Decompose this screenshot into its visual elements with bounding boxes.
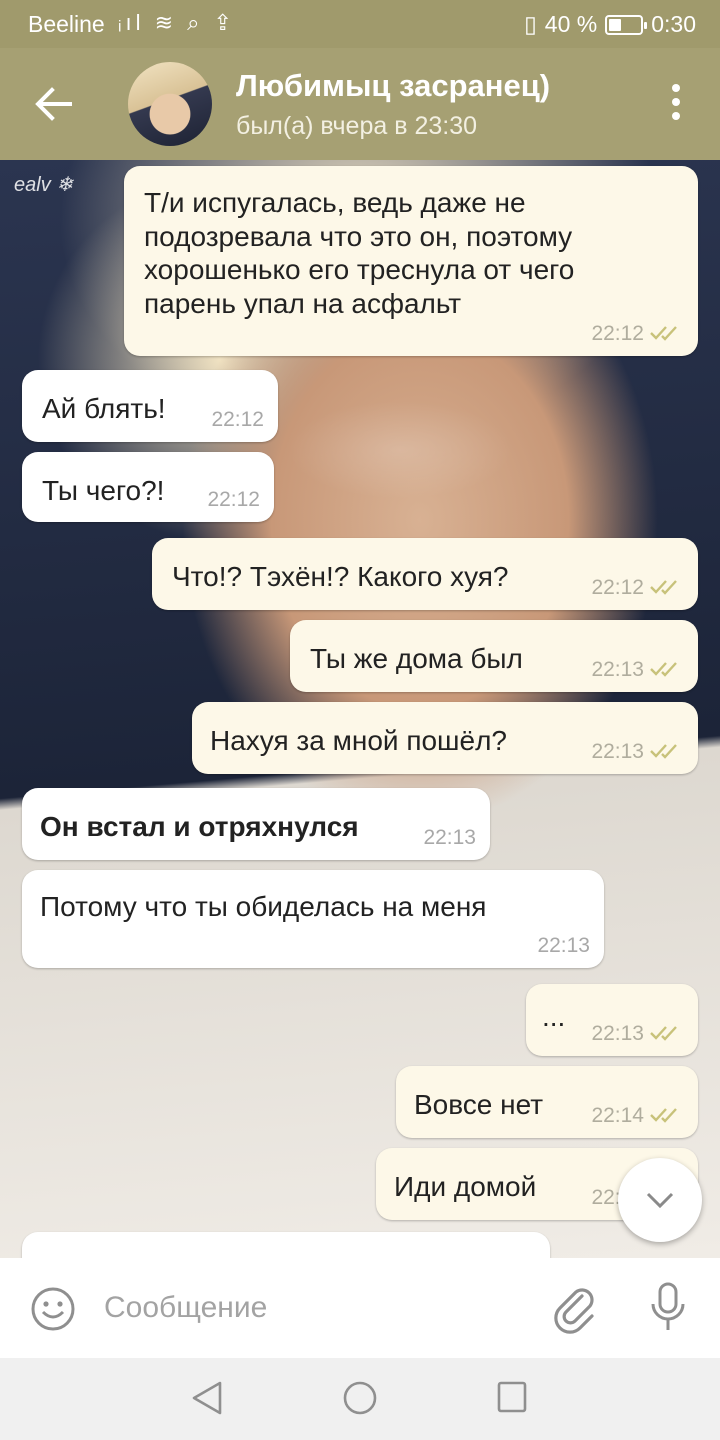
clock: 0:30 (651, 11, 696, 37)
battery-level (609, 18, 622, 31)
message-bubble-outgoing[interactable]: ... 22:13 (526, 984, 698, 1056)
arrow-left-icon (35, 87, 72, 121)
message-bubble-outgoing[interactable]: Ты же дома был 22:13 (290, 620, 698, 692)
double-check-icon (650, 1026, 677, 1042)
dot (672, 112, 680, 120)
chat-header: Любимыц засранец) был(а) вчера в 23:30 (0, 48, 720, 160)
message-bubble-incoming[interactable]: Ты чего?! 22:12 (22, 452, 274, 522)
chat-title[interactable]: Любимыц засранец) (236, 68, 550, 104)
message-time: 22:12 (591, 321, 644, 345)
double-check-icon (650, 580, 677, 596)
message-text: Т/и испугалась, ведь даже не подозревала… (144, 187, 575, 319)
battery-percent: 40 % (544, 11, 598, 37)
last-seen-status: был(а) вчера в 23:30 (236, 112, 478, 140)
nav-home-icon[interactable] (342, 1380, 378, 1416)
double-check-icon (650, 1108, 677, 1124)
message-bubble-incoming-partial[interactable] (22, 1232, 550, 1258)
message-meta: 22:13 (591, 657, 684, 682)
message-time: 22:12 (591, 575, 644, 599)
message-time: 22:14 (591, 1103, 644, 1127)
message-meta: 22:13 (423, 825, 476, 850)
message-time: 22:13 (591, 739, 644, 763)
message-meta: 22:14 (591, 1103, 684, 1128)
vibrate-icon: ▯ (524, 11, 537, 37)
system-navigation-bar (0, 1358, 720, 1440)
carrier-name: Beeline (28, 11, 105, 37)
chevron-down-icon (646, 1192, 674, 1209)
scroll-down-button[interactable] (618, 1158, 702, 1242)
battery-icon (605, 14, 648, 35)
message-meta: 22:13 (537, 933, 590, 958)
message-bubble-outgoing[interactable]: Что!? Тэхён!? Какого хуя? 22:12 (152, 538, 698, 610)
message-meta: 22:12 (207, 487, 260, 512)
double-check-icon (650, 744, 677, 760)
composer (0, 1258, 720, 1358)
message-time: 22:12 (211, 407, 264, 431)
message-bubble-outgoing[interactable]: Нахуя за мной пошёл? 22:13 (192, 702, 698, 774)
message-bubble-incoming[interactable]: Он встал и отряхнулся 22:13 (22, 788, 490, 860)
double-check-icon (650, 326, 677, 342)
message-meta: 22:12 (591, 575, 684, 600)
message-meta: 22:13 (591, 1021, 684, 1046)
dot (672, 98, 680, 106)
smile-icon[interactable] (30, 1286, 76, 1332)
double-check-icon (650, 662, 677, 678)
message-text: Потому что ты обиделась на меня (40, 891, 487, 922)
dot (672, 84, 680, 92)
avatar[interactable] (128, 62, 212, 146)
message-list[interactable]: ealv ❄ Т/и испугалась, ведь даже не подо… (0, 160, 720, 1258)
message-meta: 22:13 (591, 739, 684, 764)
signal-wifi-search-icons: ᵢıl ≋ ⌕ ⇪ (118, 10, 236, 35)
back-button[interactable] (28, 78, 80, 130)
message-time: 22:13 (537, 933, 590, 957)
nav-recents-icon[interactable] (496, 1380, 528, 1414)
more-menu-button[interactable] (668, 84, 684, 128)
wallpaper-watermark: ealv ❄ (14, 174, 74, 196)
message-meta: 22:12 (591, 321, 684, 346)
paperclip-icon[interactable] (552, 1284, 598, 1334)
message-time: 22:12 (207, 487, 260, 511)
message-bubble-incoming[interactable]: Потому что ты обиделась на меня 22:13 (22, 870, 604, 968)
message-time: 22:13 (423, 825, 476, 849)
status-bar: Beeline ᵢıl ≋ ⌕ ⇪ ▯ 40 % 0:30 (0, 0, 720, 48)
message-bubble-outgoing[interactable]: Т/и испугалась, ведь даже не подозревала… (124, 166, 698, 356)
message-meta: 22:12 (211, 407, 264, 432)
message-time: 22:13 (591, 1021, 644, 1045)
message-bubble-incoming[interactable]: Ай блять! 22:12 (22, 370, 278, 442)
message-bubble-outgoing[interactable]: Вовсе нет 22:14 (396, 1066, 698, 1138)
nav-back-icon[interactable] (190, 1380, 224, 1416)
microphone-icon[interactable] (648, 1282, 688, 1334)
message-time: 22:13 (591, 657, 644, 681)
message-input[interactable] (104, 1282, 524, 1334)
